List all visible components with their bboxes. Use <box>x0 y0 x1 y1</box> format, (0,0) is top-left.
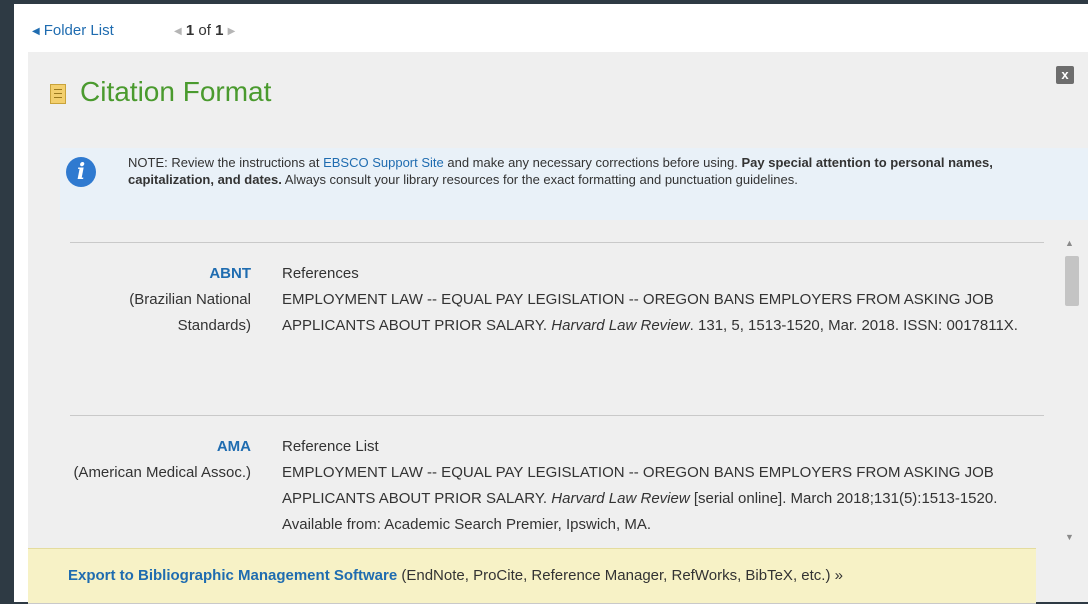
export-text: Export to Bibliographic Management Softw… <box>68 567 843 584</box>
total-pages: 1 <box>215 22 224 39</box>
document-icon <box>50 84 66 104</box>
citation-text: References EMPLOYMENT LAW -- EQUAL PAY L… <box>282 261 1032 339</box>
close-icon: x <box>1061 67 1069 82</box>
scroll-down-icon[interactable]: ▼ <box>1065 532 1074 542</box>
export-link[interactable]: Export to Bibliographic Management Softw… <box>68 567 397 584</box>
citation-details: . 131, 5, 1513-1520, Mar. 2018. ISSN: 00… <box>689 317 1018 334</box>
citation-journal: Harvard Law Review <box>551 490 690 507</box>
format-name: (Brazilian National Standards) <box>129 291 251 334</box>
citation-text: Reference List EMPLOYMENT LAW -- EQUAL P… <box>282 434 1032 538</box>
citation-heading: References <box>282 265 359 282</box>
ebsco-support-link[interactable]: EBSCO Support Site <box>323 155 444 170</box>
format-label: ABNT (Brazilian National Standards) <box>70 261 251 339</box>
citation-list: ABNT (Brazilian National Standards) Refe… <box>70 242 1044 546</box>
note-prefix: NOTE: Review the instructions at <box>128 155 324 170</box>
pager: ◀ 1 of 1 ▶ <box>174 22 235 39</box>
citation-journal: Harvard Law Review <box>551 317 690 334</box>
citation-scrollbar[interactable]: ▲ ▼ <box>1062 238 1080 546</box>
page-of-label: of <box>198 22 211 39</box>
next-page-icon[interactable]: ▶ <box>228 26 236 37</box>
info-icon: i <box>66 157 96 187</box>
citation-window: ◀ Folder List ◀ 1 of 1 ▶ x Citation Forma… <box>14 4 1088 604</box>
citation-heading: Reference List <box>282 438 379 455</box>
note-box: i NOTE: Review the instructions at EBSCO… <box>60 148 1088 220</box>
format-code: AMA <box>216 438 251 455</box>
top-navigation: ◀ Folder List ◀ 1 of 1 ▶ <box>14 4 1088 52</box>
close-button[interactable]: x <box>1056 66 1074 84</box>
citation-entry-abnt: ABNT (Brazilian National Standards) Refe… <box>70 242 1044 415</box>
current-page: 1 <box>185 22 195 39</box>
note-text: NOTE: Review the instructions at EBSCO S… <box>128 154 1028 188</box>
export-bar: Export to Bibliographic Management Softw… <box>28 548 1036 604</box>
folder-list-link[interactable]: ◀ Folder List <box>32 22 114 39</box>
scroll-up-icon[interactable]: ▲ <box>1065 238 1074 248</box>
citation-entry-ama: AMA (American Medical Assoc.) Reference … <box>70 415 1044 546</box>
scrollbar-thumb[interactable] <box>1065 256 1079 306</box>
format-label: AMA (American Medical Assoc.) <box>70 434 251 486</box>
previous-page-icon[interactable]: ◀ <box>174 26 182 37</box>
note-suffix: Always consult your library resources fo… <box>281 172 798 187</box>
format-name: (American Medical Assoc.) <box>73 464 251 481</box>
page-title: Citation Format <box>80 76 272 107</box>
note-middle: and make any necessary corrections befor… <box>443 155 742 170</box>
citation-format-panel: x Citation Format i NOTE: Review the ins… <box>28 52 1088 604</box>
export-formats: (EndNote, ProCite, Reference Manager, Re… <box>397 567 843 584</box>
format-code: ABNT <box>209 265 251 282</box>
back-arrow-icon: ◀ <box>32 26 40 37</box>
folder-list-label: Folder List <box>43 22 114 39</box>
